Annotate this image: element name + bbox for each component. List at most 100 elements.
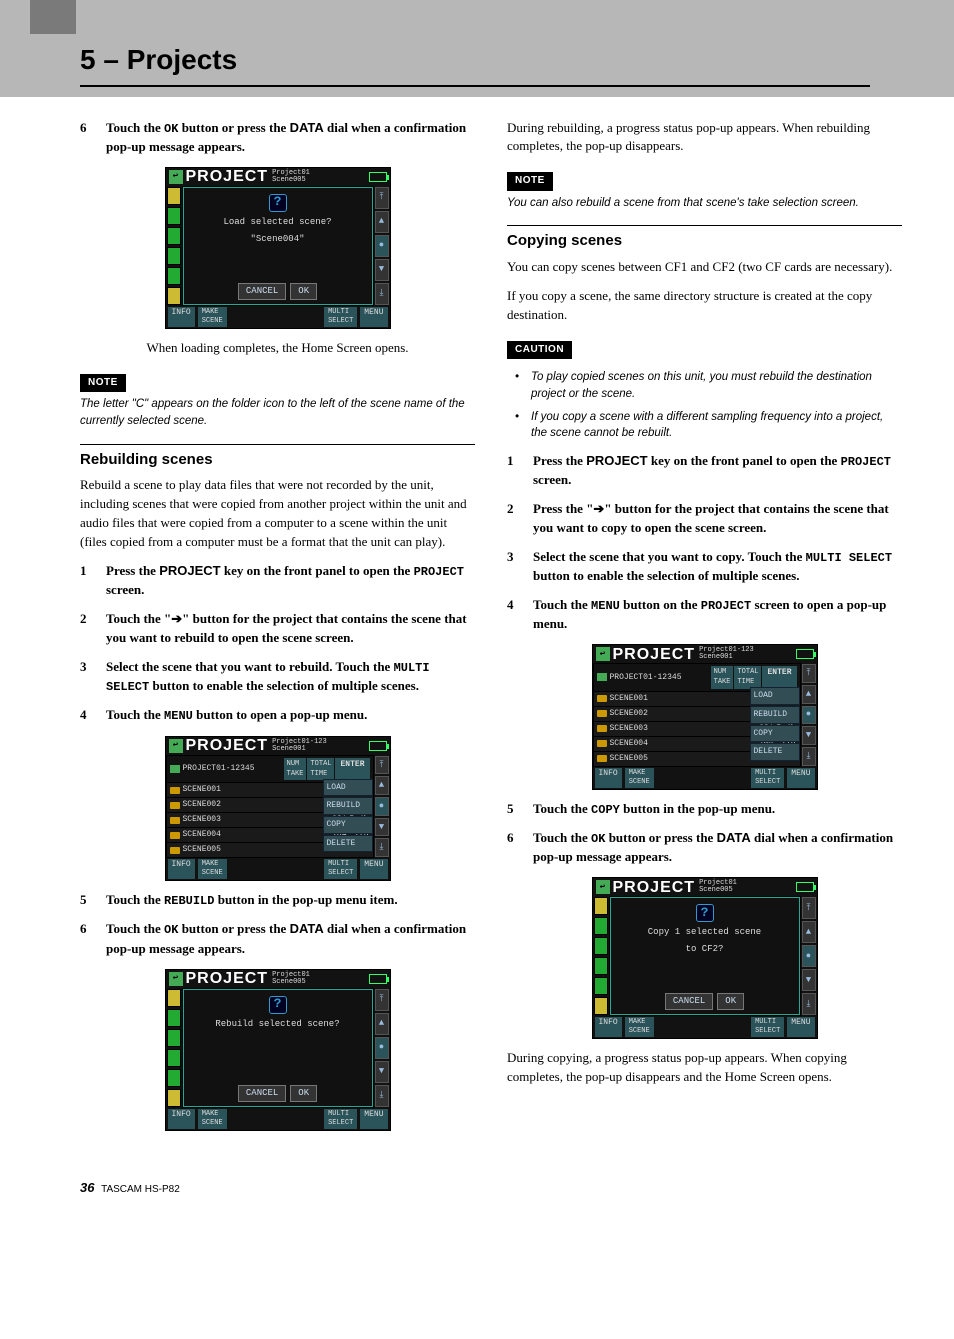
ok-button[interactable]: OK	[290, 283, 317, 300]
header-accent-band	[0, 0, 954, 34]
cancel-button[interactable]: CANCEL	[665, 993, 713, 1010]
folder-icon	[597, 755, 607, 762]
scene-name: SCENE004	[610, 738, 754, 750]
battery-icon	[796, 882, 814, 892]
menu-button[interactable]: MENU	[360, 307, 387, 327]
rebuild-progress-text: During rebuilding, a progress status pop…	[507, 119, 902, 157]
make-scene-button[interactable]: MAKESCENE	[198, 859, 227, 879]
popup-menu-item[interactable]: COPY	[323, 816, 373, 834]
step-5: Touch the REBUILD button in the pop-up m…	[80, 891, 475, 910]
scene-name: SCENE003	[183, 814, 327, 826]
ok-button[interactable]: OK	[717, 993, 744, 1010]
popup-menu-item[interactable]: LOAD	[323, 779, 373, 797]
info-button[interactable]: INFO	[168, 859, 195, 879]
back-icon[interactable]: ↩	[169, 972, 183, 986]
copy-progress-text: During copying, a progress status pop-up…	[507, 1049, 902, 1087]
menu-button[interactable]: MENU	[360, 1109, 387, 1129]
menu-button[interactable]: MENU	[787, 768, 814, 788]
note-body: The letter "C" appears on the folder ico…	[80, 396, 475, 429]
dialog-text-1: Copy 1 selected scene	[648, 926, 761, 939]
enter-button[interactable]: ENTER	[335, 758, 369, 780]
step-2: Touch the "➔" button for the project tha…	[80, 610, 475, 648]
popup-menu-item[interactable]: REBUILD	[323, 797, 373, 815]
make-scene-button[interactable]: MAKESCENE	[198, 307, 227, 327]
page-columns: Touch the OK button or press the DATA di…	[0, 97, 954, 1171]
popup-menu-item[interactable]: DELETE	[323, 835, 373, 853]
multi-select-button[interactable]: MULTISELECT	[324, 1109, 357, 1129]
step-2: Press the "➔" button for the project tha…	[507, 500, 902, 538]
device-screenshot-rebuild-confirm: ↩ PROJECT Project01Scene005 ? Rebuild se…	[165, 969, 391, 1131]
scene-name: SCENE002	[610, 708, 754, 720]
step-6: Touch the OK button or press the DATA di…	[507, 829, 902, 867]
page-footer: 36 TASCAM HS-P82	[0, 1171, 954, 1198]
make-scene-button[interactable]: MAKESCENE	[625, 768, 654, 788]
menu-button[interactable]: MENU	[360, 859, 387, 879]
rebuilding-heading: Rebuilding scenes	[80, 444, 475, 471]
copy-intro-2: If you copy a scene, the same directory …	[507, 287, 902, 325]
back-icon[interactable]: ↩	[596, 880, 610, 894]
step-list-top: Touch the OK button or press the DATA di…	[80, 119, 475, 157]
device-subtitle: Project01 Scene005	[272, 170, 368, 184]
popup-menu-item[interactable]: LOAD	[750, 687, 800, 705]
back-icon[interactable]: ↩	[596, 647, 610, 661]
popup-menu-item[interactable]: COPY	[750, 725, 800, 743]
col-numtake: NUMTAKE	[711, 666, 734, 688]
folder-icon	[170, 847, 180, 854]
info-button[interactable]: INFO	[595, 1017, 622, 1037]
col-totaltime: TOTALTIME	[307, 758, 334, 780]
battery-icon	[369, 741, 387, 751]
multi-select-button[interactable]: MULTISELECT	[751, 768, 784, 788]
device-scrollbar[interactable]: ⤒▲●▼⤓	[374, 186, 390, 306]
copy-steps-contd: Touch the COPY button in the pop-up menu…	[507, 800, 902, 868]
step-6: Touch the OK button or press the DATA di…	[80, 119, 475, 157]
folder-icon	[170, 832, 180, 839]
device-scrollbar[interactable]: ⤒▲●▼⤓	[374, 755, 390, 858]
device-left-slots	[166, 186, 182, 306]
after-load-text: When loading completes, the Home Screen …	[80, 339, 475, 358]
back-icon[interactable]: ↩	[169, 739, 183, 753]
battery-icon	[369, 172, 387, 182]
dialog-text-2: to CF2?	[686, 943, 724, 956]
popup-menu-item[interactable]: DELETE	[750, 743, 800, 761]
step-3: Select the scene that you want to rebuil…	[80, 658, 475, 697]
page-number: 36	[80, 1180, 94, 1195]
caution-item: If you copy a scene with a different sam…	[521, 409, 902, 442]
cancel-button[interactable]: CANCEL	[238, 283, 286, 300]
folder-icon	[597, 673, 607, 681]
ok-button[interactable]: OK	[290, 1085, 317, 1102]
info-button[interactable]: INFO	[168, 1109, 195, 1129]
step-3: Select the scene that you want to copy. …	[507, 548, 902, 586]
left-column: Touch the OK button or press the DATA di…	[80, 119, 475, 1141]
project-name: PROJECT01-12345	[610, 672, 682, 684]
make-scene-button[interactable]: MAKESCENE	[625, 1017, 654, 1037]
multi-select-button[interactable]: MULTISELECT	[324, 307, 357, 327]
project-name: PROJECT01-12345	[183, 763, 255, 775]
info-button[interactable]: INFO	[168, 307, 195, 327]
scene-name: SCENE001	[610, 693, 754, 705]
device-screenshot-load-scene: ↩ PROJECT Project01 Scene005 ? Load sele…	[165, 167, 391, 329]
multi-select-button[interactable]: MULTISELECT	[751, 1017, 784, 1037]
battery-icon	[796, 649, 814, 659]
popup-menu-item[interactable]: REBUILD	[750, 706, 800, 724]
caution-tag: CAUTION	[507, 341, 572, 360]
cancel-button[interactable]: CANCEL	[238, 1085, 286, 1102]
folder-icon	[597, 725, 607, 732]
scene-name: SCENE003	[610, 723, 754, 735]
step-1: Press the PROJECT key on the front panel…	[80, 562, 475, 600]
col-numtake: NUMTAKE	[284, 758, 307, 780]
dialog-text-1: Load selected scene?	[223, 216, 331, 229]
folder-icon	[170, 787, 180, 794]
step-4: Touch the MENU button to open a pop-up m…	[80, 706, 475, 725]
info-button[interactable]: INFO	[595, 768, 622, 788]
sub2: Scene005	[272, 177, 368, 184]
enter-button[interactable]: ENTER	[762, 666, 796, 688]
product-model: TASCAM HS-P82	[101, 1184, 180, 1195]
menu-button[interactable]: MENU	[787, 1017, 814, 1037]
caution-list: To play copied scenes on this unit, you …	[507, 369, 902, 442]
back-icon[interactable]: ↩	[169, 170, 183, 184]
step-6b: Touch the OK button or press the DATA di…	[80, 920, 475, 958]
make-scene-button[interactable]: MAKESCENE	[198, 1109, 227, 1129]
folder-icon	[597, 710, 607, 717]
multi-select-button[interactable]: MULTISELECT	[324, 859, 357, 879]
right-column: During rebuilding, a progress status pop…	[507, 119, 902, 1141]
